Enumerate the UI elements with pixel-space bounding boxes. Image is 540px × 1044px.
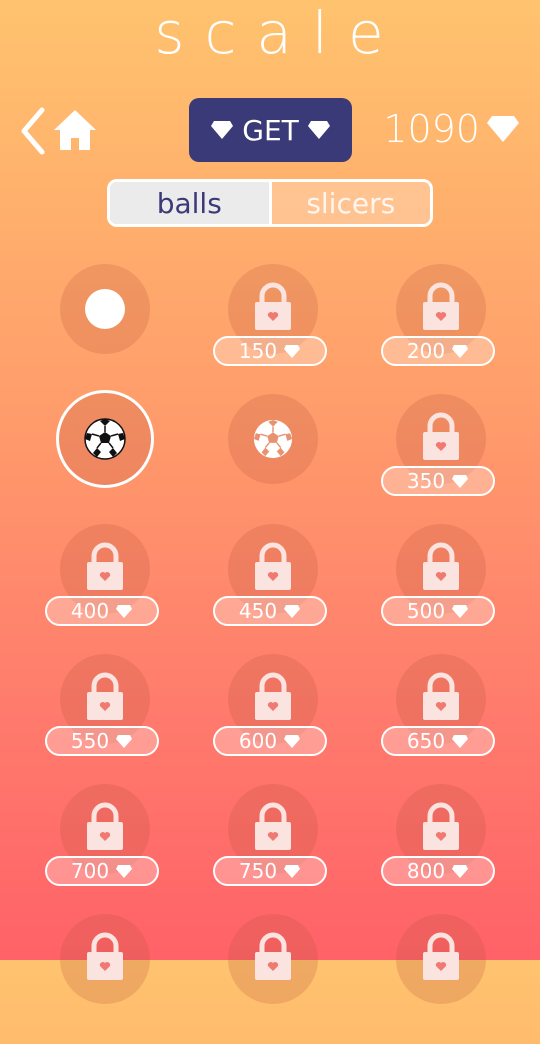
- price-tag[interactable]: 400: [45, 596, 159, 626]
- ball-item[interactable]: [45, 390, 165, 524]
- lock-icon: [423, 932, 459, 980]
- ball-item[interactable]: 650: [381, 654, 501, 784]
- price-label: 650: [406, 729, 446, 753]
- price-label: 200: [406, 339, 446, 363]
- ball-slot: [396, 914, 486, 1004]
- diamond-icon: [452, 344, 469, 358]
- ball-item[interactable]: [213, 914, 333, 1044]
- item-grid: 150 200 350 400 450 500 550 600 650 700 750 800: [0, 0, 540, 1004]
- diamond-icon: [116, 734, 133, 748]
- diamond-icon: [116, 864, 133, 878]
- price-label: 450: [238, 599, 278, 623]
- diamond-icon: [284, 344, 301, 358]
- price-label: 400: [70, 599, 110, 623]
- diamond-icon: [284, 604, 301, 618]
- selected-ball-slot: [56, 390, 154, 488]
- lock-icon: [423, 412, 459, 460]
- price-tag[interactable]: 350: [381, 466, 495, 496]
- lock-icon: [87, 802, 123, 850]
- lock-icon: [87, 932, 123, 980]
- lock-icon: [255, 672, 291, 720]
- ball-slot: [228, 914, 318, 1004]
- price-tag[interactable]: 500: [381, 596, 495, 626]
- price-tag[interactable]: 600: [213, 726, 327, 756]
- price-tag[interactable]: 450: [213, 596, 327, 626]
- diamond-icon: [284, 734, 301, 748]
- ball-item[interactable]: 700: [45, 784, 165, 914]
- price-tag[interactable]: 550: [45, 726, 159, 756]
- lock-icon: [87, 542, 123, 590]
- diamond-icon: [452, 474, 469, 488]
- price-label: 500: [406, 599, 446, 623]
- ball-item[interactable]: [213, 394, 333, 524]
- ball-item[interactable]: 600: [213, 654, 333, 784]
- lock-icon: [87, 672, 123, 720]
- ball-item[interactable]: 200: [381, 264, 501, 394]
- price-tag[interactable]: 750: [213, 856, 327, 886]
- lock-icon: [255, 542, 291, 590]
- ball-item[interactable]: 350: [381, 394, 501, 524]
- ball-item[interactable]: 450: [213, 524, 333, 654]
- ball-item[interactable]: 550: [45, 654, 165, 784]
- diamond-icon: [452, 604, 469, 618]
- lock-icon: [423, 802, 459, 850]
- price-tag[interactable]: 650: [381, 726, 495, 756]
- price-label: 750: [238, 859, 278, 883]
- ball-item[interactable]: 400: [45, 524, 165, 654]
- lock-icon: [255, 802, 291, 850]
- price-tag[interactable]: 800: [381, 856, 495, 886]
- price-label: 600: [238, 729, 278, 753]
- diamond-icon: [452, 734, 469, 748]
- white-ball-icon: [85, 289, 125, 329]
- lock-icon: [255, 282, 291, 330]
- ball-item[interactable]: [45, 914, 165, 1044]
- lock-icon: [423, 672, 459, 720]
- ball-slot: [60, 914, 150, 1004]
- ball-item[interactable]: [381, 914, 501, 1044]
- price-tag[interactable]: 200: [381, 336, 495, 366]
- price-label: 800: [406, 859, 446, 883]
- diamond-icon: [284, 864, 301, 878]
- lock-icon: [423, 282, 459, 330]
- price-label: 150: [238, 339, 278, 363]
- soccer-ball-icon: [84, 418, 126, 460]
- price-label: 700: [70, 859, 110, 883]
- ball-slot: [60, 264, 150, 354]
- diamond-icon: [452, 864, 469, 878]
- ball-item[interactable]: 750: [213, 784, 333, 914]
- price-tag[interactable]: 150: [213, 336, 327, 366]
- price-label: 350: [406, 469, 446, 493]
- white-soccer-ball-icon: [253, 419, 293, 459]
- ball-item[interactable]: 800: [381, 784, 501, 914]
- ball-slot: [228, 394, 318, 484]
- ball-item[interactable]: 150: [213, 264, 333, 394]
- price-tag[interactable]: 700: [45, 856, 159, 886]
- price-label: 550: [70, 729, 110, 753]
- ball-item[interactable]: [45, 264, 165, 394]
- lock-icon: [423, 542, 459, 590]
- ball-item[interactable]: 500: [381, 524, 501, 654]
- lock-icon: [255, 932, 291, 980]
- diamond-icon: [116, 604, 133, 618]
